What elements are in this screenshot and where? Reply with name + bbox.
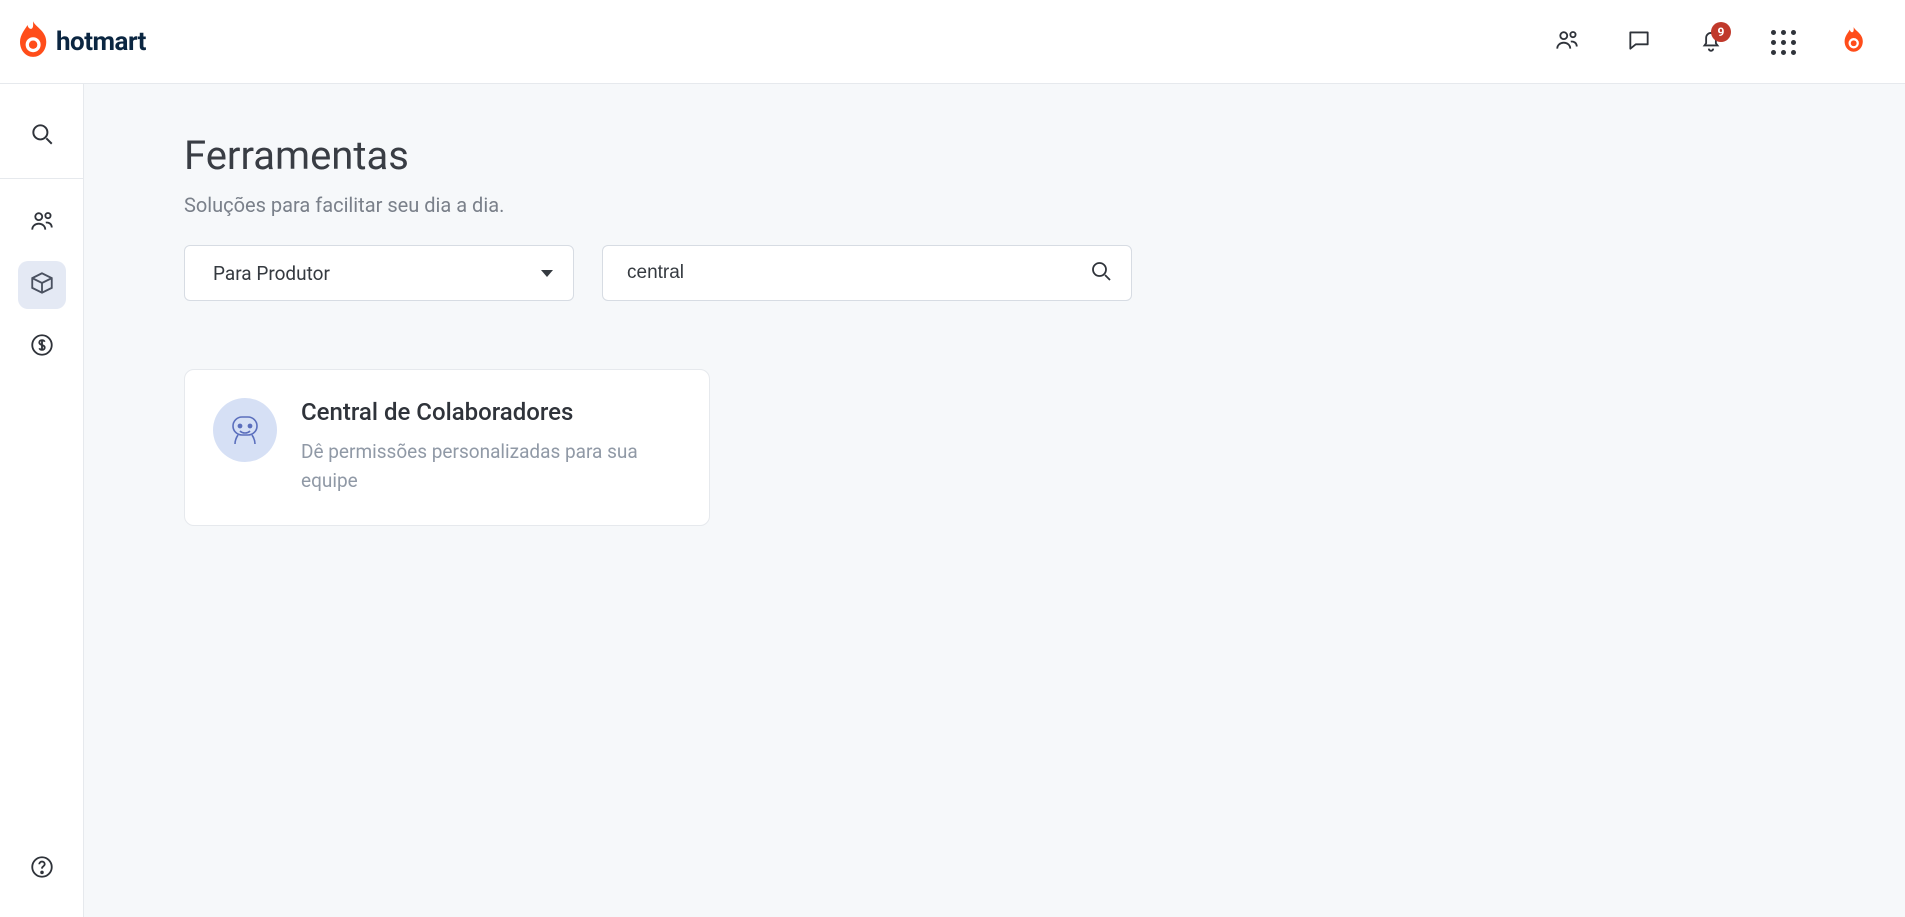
people-icon — [1554, 27, 1580, 57]
filter-bar: Para Produtor — [184, 245, 1905, 301]
chat-icon — [1626, 27, 1652, 57]
select-label: Para Produtor — [213, 262, 330, 285]
help-icon — [29, 854, 55, 884]
page-title: Ferramentas — [184, 132, 1905, 179]
main-content: Ferramentas Soluções para facilitar seu … — [84, 84, 1905, 917]
notification-badge: 9 — [1711, 22, 1731, 42]
top-header: hotmart — [0, 0, 1905, 84]
dollar-circle-icon — [29, 332, 55, 362]
notifications-button[interactable]: 9 — [1689, 20, 1733, 64]
apps-menu-button[interactable] — [1761, 20, 1805, 64]
search-icon — [29, 121, 55, 151]
search-submit-button[interactable] — [1089, 259, 1113, 288]
sidebar-help-button[interactable] — [18, 845, 66, 893]
header-actions: 9 — [1545, 20, 1877, 64]
tool-card-colaboradores[interactable]: Central de Colaboradores Dê permissões p… — [184, 369, 710, 526]
profile-button[interactable] — [1833, 20, 1877, 64]
sidebar-item-products[interactable] — [18, 261, 66, 309]
apps-grid-icon — [1771, 30, 1795, 54]
search-icon — [1089, 265, 1113, 288]
brand-logo[interactable]: hotmart — [20, 21, 146, 63]
messages-button[interactable] — [1617, 20, 1661, 64]
page-subtitle: Soluções para facilitar seu dia a dia. — [184, 193, 1905, 217]
sidebar — [0, 84, 84, 917]
card-title: Central de Colaboradores — [301, 398, 677, 426]
flame-icon — [20, 21, 50, 63]
card-avatar — [213, 398, 277, 462]
people-icon — [29, 208, 55, 238]
profile-select[interactable]: Para Produtor — [184, 245, 574, 301]
sidebar-item-team[interactable] — [18, 199, 66, 247]
sidebar-search-button[interactable] — [18, 112, 66, 160]
box-icon — [29, 270, 55, 300]
tool-search — [602, 245, 1132, 301]
sidebar-item-finance[interactable] — [18, 323, 66, 371]
chevron-down-icon — [541, 270, 553, 277]
robot-face-icon — [225, 408, 265, 452]
flame-small-icon — [1842, 27, 1868, 57]
brand-text: hotmart — [56, 27, 146, 57]
card-description: Dê permissões personalizadas para sua eq… — [301, 438, 677, 495]
community-button[interactable] — [1545, 20, 1589, 64]
search-input[interactable] — [627, 262, 1089, 284]
